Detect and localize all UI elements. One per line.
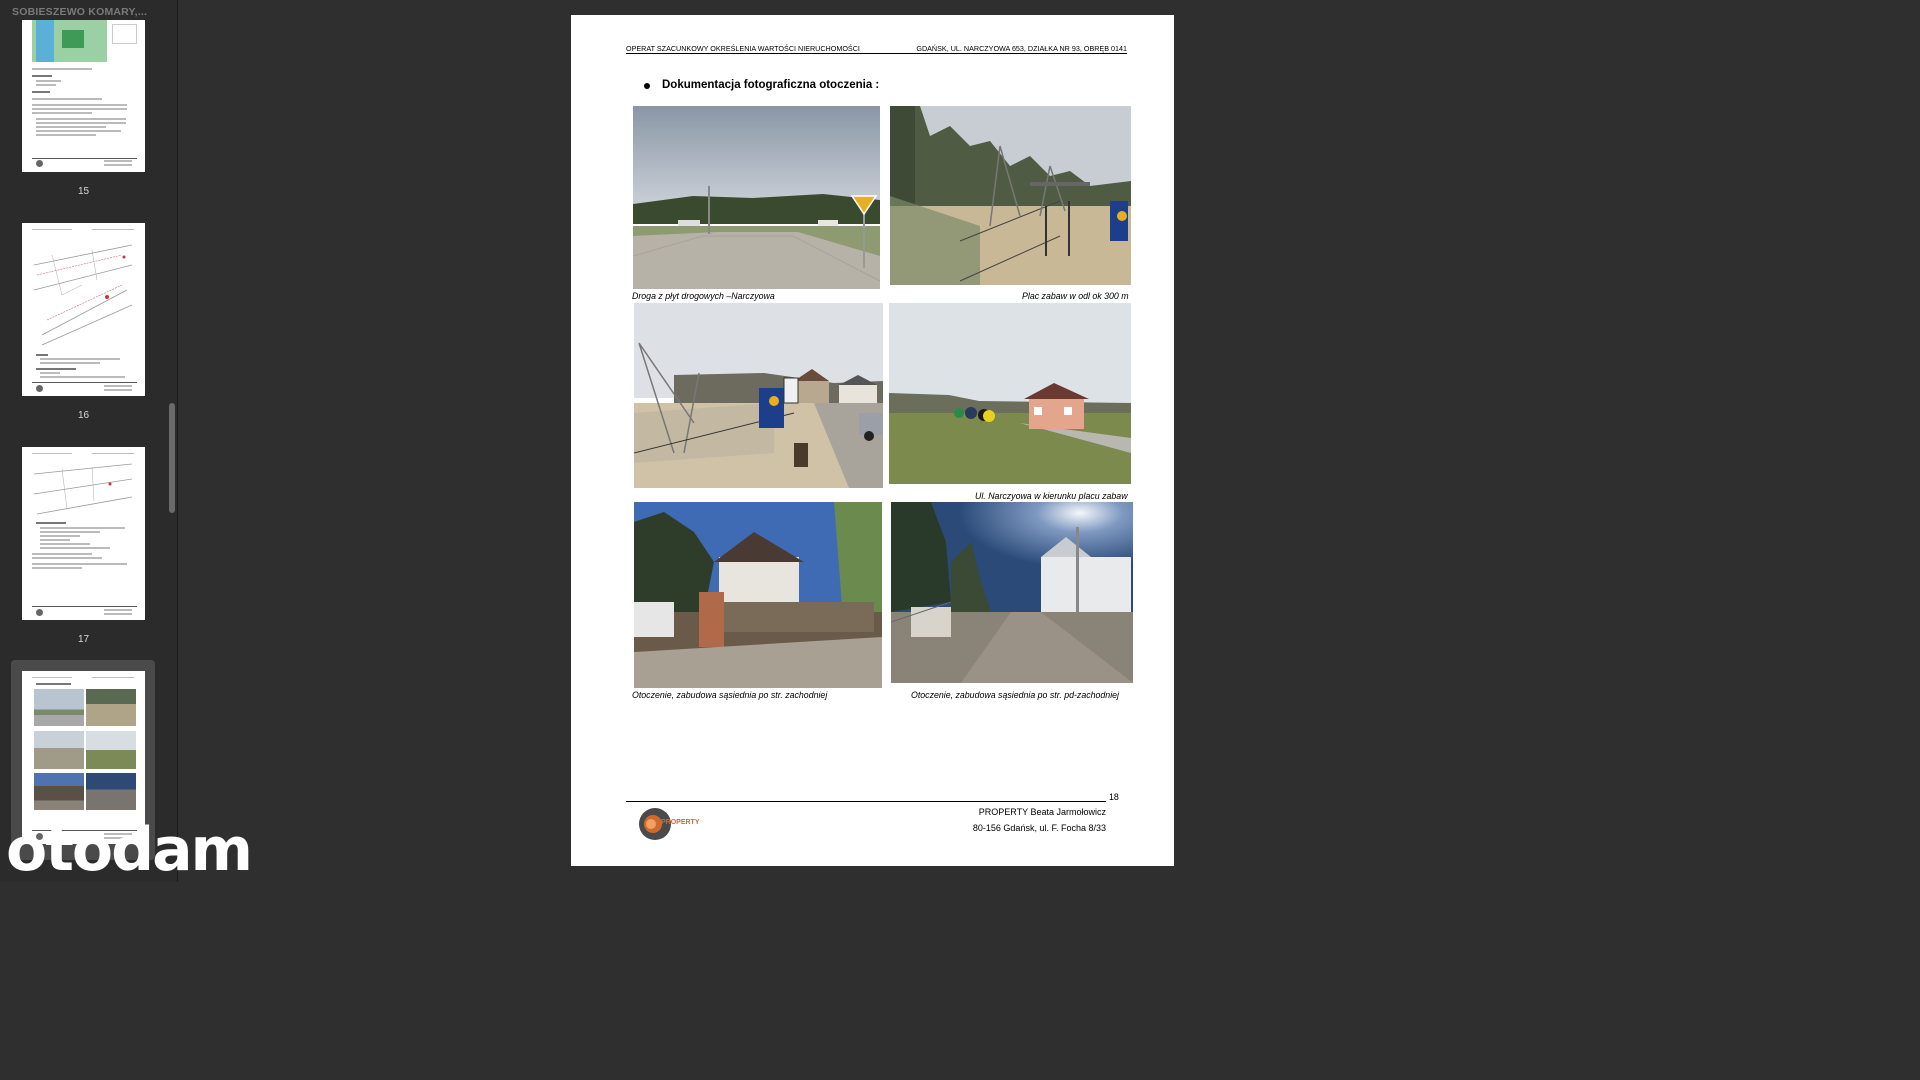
otodam-watermark: otodam (6, 815, 253, 885)
thumbnail-page-16[interactable] (22, 223, 145, 396)
caption-southwest-neighbourhood: Otoczenie, zabudowa sąsiednia po str. pd… (911, 690, 1119, 700)
section-title: Dokumentacja fotograficzna otoczenia : (662, 79, 880, 91)
thumbnail-page-17[interactable] (22, 447, 145, 620)
header-rule (626, 53, 1127, 54)
caption-west-neighbourhood: Otoczenie, zabudowa sąsiednia po str. za… (632, 690, 828, 700)
thumbnail-number: 16 (77, 410, 90, 421)
property-logo-icon: PROPERTY (638, 807, 700, 841)
caption-street-to-playground: Ul. Narczyowa w kierunku placu zabaw (975, 491, 1128, 501)
photo-narczyowa-street (889, 303, 1131, 484)
document-title: SOBIESZEWO KOMARY,... (12, 6, 148, 18)
photo-road-narczyowa (633, 106, 880, 289)
photo-west-neighbourhood (634, 502, 882, 688)
bullet-icon (644, 83, 650, 89)
document-page: OPERAT SZACUNKOWY OKREŚLENIA WARTOŚCI NI… (571, 15, 1174, 866)
header-left: OPERAT SZACUNKOWY OKREŚLENIA WARTOŚCI NI… (626, 44, 860, 53)
thumbnail-page-15[interactable] (22, 20, 145, 172)
caption-playground: Plac zabaw w odl ok 300 m (1022, 291, 1129, 301)
photo-southwest-neighbourhood (891, 502, 1133, 683)
thumbnail-sidebar[interactable]: SOBIESZEWO KOMARY,... 15 16 17 (0, 0, 178, 882)
thumbnail-number: 15 (77, 186, 90, 197)
caption-road: Droga z płyt drogowych –Narczyowa (632, 291, 775, 301)
thumbnail-number: 17 (77, 634, 90, 645)
photo-playground-gate (634, 303, 883, 488)
sidebar-scrollbar[interactable] (169, 403, 175, 513)
page-number: 18 (1109, 792, 1119, 802)
footer-address: 80-156 Gdańsk, ul. F. Focha 8/33 (972, 823, 1106, 833)
footer-company: PROPERTY Beata Jarmołowicz (978, 807, 1106, 817)
photo-playground (890, 106, 1131, 285)
header-right: GDAŃSK, UL. NARCZYOWA 653, DZIAŁKA NR 93… (916, 44, 1127, 53)
logo-text: PROPERTY (661, 819, 700, 826)
footer-rule (626, 801, 1106, 802)
